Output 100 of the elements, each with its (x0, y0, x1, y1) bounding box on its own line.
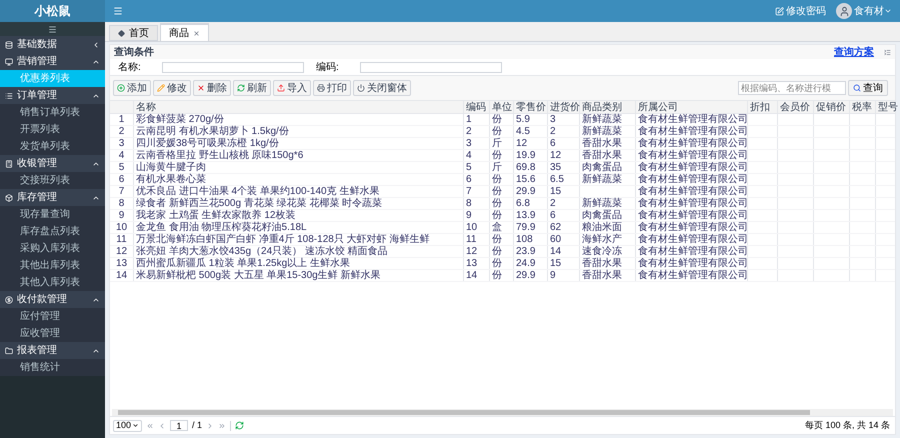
table-cell: 8 (464, 198, 490, 209)
edit-icon (775, 6, 784, 16)
text-field[interactable] (162, 62, 304, 72)
page-size-select[interactable]: 100 (113, 420, 142, 432)
table-cell: 份 (490, 114, 514, 125)
page-tab[interactable]: 商品 (160, 23, 209, 41)
menu-icon[interactable] (48, 24, 57, 34)
page-summary: 每页 100 条, 共 14 条 (804, 418, 890, 432)
query-scheme-link[interactable]: 查询方案 (834, 44, 874, 60)
sidebar-group[interactable]: 库存管理 (0, 189, 105, 206)
page-input[interactable]: 1 (170, 420, 188, 431)
text-field[interactable] (360, 62, 502, 72)
column-header[interactable]: 单位 (490, 101, 514, 113)
sidebar-group[interactable]: 报表管理 (0, 342, 105, 359)
table-cell: 6 (548, 210, 580, 221)
sidebar-item[interactable]: 库存盘点列表 (0, 223, 105, 240)
sidebar-item[interactable]: 应付管理 (0, 308, 105, 325)
table-cell: 11 (464, 234, 490, 245)
sidebar-item[interactable]: 交接班列表 (0, 172, 105, 189)
table-cell: 15 (548, 258, 580, 269)
add-icon (117, 84, 125, 92)
search-field[interactable]: 根据编码、名称进行模 (738, 81, 846, 95)
toolbar-button[interactable]: 关闭窗体 (353, 80, 411, 96)
row-number: 4 (110, 150, 134, 161)
page-tab[interactable]: 首页 (109, 25, 158, 41)
table-cell: 西州蜜瓜新疆瓜 1粒装 单果1.25kg以上 生鲜水果 (134, 258, 464, 269)
table-cell: 食有材生鲜管理有限公司 (636, 234, 748, 245)
table-cell: 食有材生鲜管理有限公司 (636, 258, 748, 269)
first-page-icon[interactable] (146, 422, 154, 430)
toolbar-button[interactable]: 修改 (153, 80, 191, 96)
query-button[interactable]: 查询 (848, 80, 888, 96)
table-cell: 12 (548, 150, 580, 161)
refresh-icon[interactable] (235, 421, 244, 430)
table-cell: 海鲜水产 (580, 234, 636, 245)
table-cell: 6 (548, 138, 580, 149)
table-cell: 9 (464, 210, 490, 221)
row-number: 6 (110, 174, 134, 185)
sidebar-item[interactable]: 销售统计 (0, 359, 105, 376)
horizontal-scrollbar[interactable] (112, 409, 893, 416)
sidebar-item[interactable]: 采购入库列表 (0, 240, 105, 257)
table-cell: 绿食者 新鲜西兰花500g 青花菜 绿花菜 花椰菜 时令蔬菜 (134, 198, 464, 209)
sidebar-item[interactable]: 现存量查询 (0, 206, 105, 223)
toolbar-button[interactable]: 删除 (193, 80, 231, 96)
menu-icon[interactable] (113, 6, 123, 16)
table-cell: 2 (548, 126, 580, 137)
column-header[interactable]: 型号 (876, 101, 900, 113)
table-cell: 新鲜蔬菜 (580, 174, 636, 185)
toolbar-button[interactable]: 添加 (113, 80, 151, 96)
group-icon (5, 58, 13, 66)
group-label: 报表管理 (17, 344, 58, 358)
table-cell: 食有材生鲜管理有限公司 (636, 198, 748, 209)
group-label: 收银管理 (17, 157, 58, 171)
table-cell: 盒 (490, 222, 514, 233)
toolbar-button[interactable]: 打印 (313, 80, 351, 96)
sidebar-group[interactable]: 营销管理 (0, 53, 105, 70)
column-header[interactable]: 零售价 (514, 101, 548, 113)
sidebar-item[interactable]: 其他出库列表 (0, 257, 105, 274)
table-cell: 62 (548, 222, 580, 233)
row-number: 9 (110, 210, 134, 221)
table-cell: 云南昆明 有机水果胡萝卜 1.5kg/份 (134, 126, 464, 137)
sidebar-item[interactable]: 开票列表 (0, 121, 105, 138)
toolbar-button[interactable]: 刷新 (233, 80, 271, 96)
sidebar-item[interactable]: 应收管理 (0, 325, 105, 342)
table-cell: 金龙鱼 食用油 物理压榨葵花籽油5.18L (134, 222, 464, 233)
group-icon (5, 296, 13, 304)
table-cell: 13.9 (514, 210, 548, 221)
column-header[interactable]: 商品类别 (580, 101, 636, 113)
sidebar-group[interactable]: 基础数据 (0, 36, 105, 53)
last-page-icon[interactable] (218, 422, 226, 430)
sidebar-item[interactable]: 销售订单列表 (0, 104, 105, 121)
table-cell: 食有材生鲜管理有限公司 (636, 210, 748, 221)
table-cell: 食有材生鲜管理有限公司 (636, 222, 748, 233)
column-header[interactable]: 进货价 (548, 101, 580, 113)
table-cell: 份 (490, 234, 514, 245)
table-cell: 108 (514, 234, 548, 245)
group-icon (5, 194, 13, 202)
column-header[interactable]: 折扣 (748, 101, 778, 113)
column-header[interactable]: 税率 (850, 101, 876, 113)
table-cell: 食有材生鲜管理有限公司 (636, 138, 748, 149)
row-number: 12 (110, 246, 134, 257)
column-header[interactable]: 编码 (464, 101, 490, 113)
close-icon[interactable] (193, 30, 200, 36)
sidebar-item[interactable]: 发货单列表 (0, 138, 105, 155)
table-cell: 食有材生鲜管理有限公司 (636, 162, 748, 173)
column-header[interactable]: 所属公司 (636, 101, 748, 113)
column-header[interactable]: 会员价 (778, 101, 814, 113)
sidebar-group[interactable]: 收付款管理 (0, 291, 105, 308)
row-number: 5 (110, 162, 134, 173)
user-menu[interactable]: 食有材 (854, 4, 892, 18)
table-cell: 9 (548, 270, 580, 281)
table-cell: 15.6 (514, 174, 548, 185)
column-header[interactable]: 促销价 (814, 101, 850, 113)
sidebar-group[interactable]: 订单管理 (0, 87, 105, 104)
group-label: 收付款管理 (17, 293, 68, 307)
sidebar-group[interactable]: 收银管理 (0, 155, 105, 172)
change-password-link[interactable]: 修改密码 (775, 4, 826, 18)
sidebar-item[interactable]: 其他入库列表 (0, 274, 105, 291)
column-header[interactable]: 名称 (134, 101, 464, 113)
toolbar-button[interactable]: 导入 (273, 80, 311, 96)
collapse-icon[interactable] (884, 48, 891, 56)
